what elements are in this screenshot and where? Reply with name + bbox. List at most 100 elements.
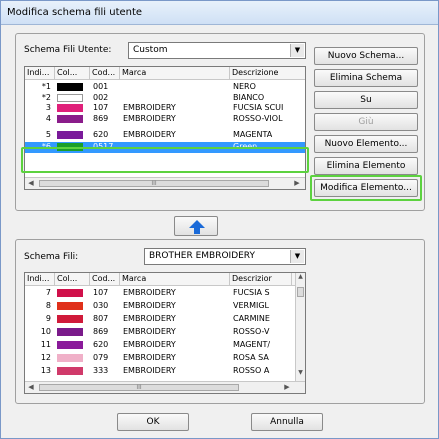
cell-description: MAGENTA bbox=[233, 130, 273, 139]
scroll-down-icon[interactable]: ▼ bbox=[296, 369, 305, 376]
cell-brand: EMBROIDERY bbox=[123, 113, 176, 123]
cell-brand: EMBROIDERY bbox=[123, 301, 176, 310]
thread-list-header: Indi... Col... Cod... Marca Descrizior bbox=[25, 273, 305, 286]
table-row[interactable]: 13 333 EMBROIDERY ROSSO A bbox=[25, 366, 305, 375]
new-scheme-button[interactable]: Nuovo Schema... bbox=[314, 47, 418, 65]
cell-index: 5 bbox=[45, 130, 51, 139]
cell-brand: EMBROIDERY bbox=[123, 130, 176, 139]
down-button[interactable]: Giù bbox=[314, 113, 418, 131]
dialog-window: Modifica schema fili utente Schema Fili … bbox=[0, 0, 439, 439]
cell-code: 002 bbox=[93, 92, 109, 102]
cell-description: FUCSIA SCUI bbox=[233, 103, 284, 112]
col-header-index[interactable]: Indi... bbox=[25, 67, 55, 80]
table-row[interactable]: 11 620 EMBROIDERY MAGENT/ bbox=[25, 340, 305, 349]
scroll-right-icon[interactable]: ▶ bbox=[291, 178, 303, 189]
color-swatch bbox=[57, 315, 83, 323]
thread-list-vscrollbar[interactable]: ▲ ▼ bbox=[295, 273, 305, 381]
chevron-down-icon[interactable]: ▼ bbox=[290, 44, 304, 57]
scroll-up-icon[interactable]: ▲ bbox=[296, 273, 305, 280]
color-swatch bbox=[57, 83, 83, 91]
cell-code: 620 bbox=[93, 130, 109, 139]
table-row[interactable]: 7 107 EMBROIDERY FUCSIA S bbox=[25, 288, 305, 297]
thread-scheme-panel: Schema Fili: BROTHER EMBROIDERY ▼ Indi..… bbox=[15, 239, 425, 404]
new-element-button[interactable]: Nuovo Elemento... bbox=[314, 135, 418, 153]
table-row[interactable]: 5 620 EMBROIDERY MAGENTA bbox=[25, 130, 305, 139]
table-row[interactable]: *2 002 BIANCO bbox=[25, 93, 305, 102]
cell-brand bbox=[121, 82, 229, 91]
user-scheme-label: Schema Fili Utente: bbox=[24, 45, 112, 55]
cell-index: 10 bbox=[40, 327, 51, 336]
up-button[interactable]: Su bbox=[314, 91, 418, 109]
user-scheme-select[interactable]: Custom ▼ bbox=[128, 42, 306, 59]
col-header-code[interactable]: Cod... bbox=[90, 67, 120, 80]
cell-description: ROSSO A bbox=[233, 366, 270, 375]
col-header-brand[interactable]: Marca bbox=[120, 67, 230, 80]
color-swatch bbox=[57, 289, 83, 297]
cell-description: ROSSO-V bbox=[233, 327, 270, 336]
cell-description: NERO bbox=[233, 82, 256, 91]
cell-code: 107 bbox=[93, 103, 109, 112]
color-swatch bbox=[57, 354, 83, 362]
up-arrow-icon bbox=[189, 220, 205, 234]
cell-description: FUCSIA S bbox=[233, 288, 270, 297]
cell-brand: EMBROIDERY bbox=[123, 340, 176, 349]
cell-description: BIANCO bbox=[233, 92, 265, 102]
table-row[interactable]: 12 079 EMBROIDERY ROSA SA bbox=[25, 353, 305, 362]
cell-index: 7 bbox=[45, 288, 51, 297]
col-header-index[interactable]: Indi... bbox=[25, 273, 55, 286]
selected-row-highlight bbox=[21, 147, 309, 173]
color-swatch bbox=[57, 131, 83, 139]
cell-description: ROSSO-VIOL bbox=[233, 113, 283, 123]
user-list-header: Indi... Col... Cod... Marca Descrizione bbox=[25, 67, 305, 80]
table-row[interactable]: 10 869 EMBROIDERY ROSSO-V bbox=[25, 327, 305, 336]
scroll-left-icon[interactable]: ◀ bbox=[25, 178, 37, 189]
cell-index: 12 bbox=[40, 353, 51, 362]
ok-button[interactable]: OK bbox=[117, 413, 189, 431]
move-up-button[interactable] bbox=[174, 216, 218, 236]
col-header-description[interactable]: Descrizione bbox=[230, 67, 305, 80]
col-header-brand[interactable]: Marca bbox=[120, 273, 230, 286]
user-scheme-panel: Schema Fili Utente: Custom ▼ Indi... Col… bbox=[15, 33, 425, 211]
cell-brand bbox=[121, 93, 229, 102]
thread-list-scroll-thumb[interactable]: III bbox=[39, 384, 239, 391]
col-header-color[interactable]: Col... bbox=[55, 67, 90, 80]
delete-scheme-button[interactable]: Elimina Schema bbox=[314, 69, 418, 87]
user-list-hscrollbar[interactable]: ◀ III ▶ bbox=[25, 177, 305, 189]
title-bar[interactable]: Modifica schema fili utente bbox=[1, 1, 438, 25]
cell-code: 001 bbox=[93, 82, 109, 91]
table-row[interactable]: 8 030 EMBROIDERY VERMIGL bbox=[25, 301, 305, 310]
table-row[interactable]: 9 807 EMBROIDERY CARMINE bbox=[25, 314, 305, 323]
col-header-description[interactable]: Descrizior bbox=[230, 273, 292, 286]
col-header-code[interactable]: Cod... bbox=[90, 273, 120, 286]
col-header-color[interactable]: Col... bbox=[55, 273, 90, 286]
thread-scheme-label: Schema Fili: bbox=[24, 252, 79, 262]
user-list-scroll-thumb[interactable]: III bbox=[39, 180, 269, 187]
cell-index: 11 bbox=[40, 340, 51, 349]
window-title: Modifica schema fili utente bbox=[7, 7, 143, 18]
thread-scheme-select[interactable]: BROTHER EMBROIDERY ▼ bbox=[144, 248, 306, 265]
cell-index: 9 bbox=[45, 314, 51, 323]
color-swatch bbox=[57, 302, 83, 310]
thread-list-vscroll-thumb[interactable] bbox=[297, 287, 304, 297]
scroll-right-icon[interactable]: ▶ bbox=[281, 382, 293, 393]
cell-description: VERMIGL bbox=[233, 301, 270, 310]
cell-index: 3 bbox=[45, 103, 51, 112]
table-row[interactable]: *1 001 NERO bbox=[25, 82, 305, 91]
cell-code: 869 bbox=[93, 327, 109, 336]
color-swatch bbox=[57, 328, 83, 336]
cell-code: 620 bbox=[93, 340, 109, 349]
chevron-down-icon[interactable]: ▼ bbox=[290, 250, 304, 263]
color-swatch bbox=[57, 367, 83, 375]
color-swatch bbox=[57, 114, 83, 123]
user-scheme-select-value: Custom bbox=[133, 45, 168, 55]
thread-list-hscrollbar[interactable]: ◀ III ▶ bbox=[25, 381, 305, 393]
thread-scheme-list[interactable]: Indi... Col... Cod... Marca Descrizior 7… bbox=[24, 272, 306, 394]
cancel-button[interactable]: Annulla bbox=[251, 413, 323, 431]
delete-element-button[interactable]: Elimina Elemento bbox=[314, 157, 418, 175]
cell-index: 8 bbox=[45, 301, 51, 310]
cell-description: MAGENT/ bbox=[233, 340, 271, 349]
table-row[interactable]: 3 107 EMBROIDERY FUCSIA SCUI bbox=[25, 103, 305, 112]
cell-index: 13 bbox=[40, 366, 51, 375]
scroll-left-icon[interactable]: ◀ bbox=[25, 382, 37, 393]
table-row[interactable]: 4 869 EMBROIDERY ROSSO-VIOL bbox=[25, 114, 305, 123]
